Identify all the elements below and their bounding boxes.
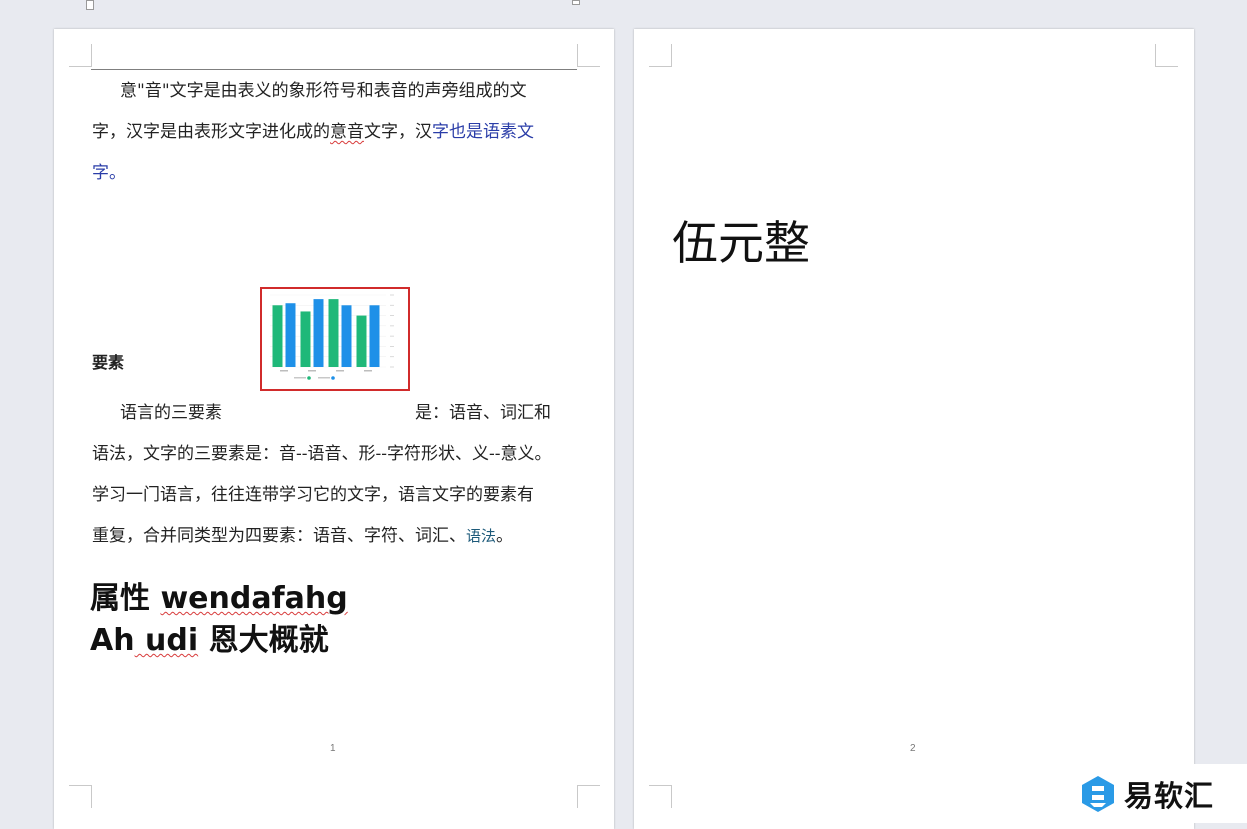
paragraph-2-line-3: 学习一门语言，往往连带学习它的文字，语言文字的要素有 xyxy=(92,485,534,505)
x-tick-label xyxy=(280,370,288,372)
document-page-2: 伍元整 2 xyxy=(634,29,1194,829)
legend-label xyxy=(318,377,330,379)
crop-mark xyxy=(69,785,92,808)
paragraph-1-line-1: 意"音"文字是由表义的象形符号和表音的声旁组成的文 xyxy=(120,81,527,101)
amount-text[interactable]: 伍元整 xyxy=(672,207,810,273)
bar-chart xyxy=(270,294,394,380)
crop-mark xyxy=(649,785,672,808)
paragraph-2[interactable]: 语言的三要素 是：语音、词汇和 语法，文字的三要素是：音--语音、形--字符形状、… xyxy=(92,393,578,557)
paragraph-2-line-1: 语言的三要素 是：语音、词汇和 xyxy=(120,403,551,423)
page-number: 1 xyxy=(330,743,336,754)
chart-bar xyxy=(272,305,283,367)
ruler-marker-right xyxy=(572,0,580,5)
crop-mark xyxy=(577,44,600,67)
legend-label xyxy=(294,377,306,379)
logo-icon xyxy=(1082,775,1114,812)
x-tick-label xyxy=(364,370,372,372)
chart-bar xyxy=(369,305,380,367)
x-tick-label xyxy=(308,370,316,372)
chart-selected[interactable] xyxy=(260,287,410,391)
chart-bar xyxy=(341,305,352,367)
document-page-1: 意"音"文字是由表义的象形符号和表音的声旁组成的文 字，汉字是由表形文字进化成的… xyxy=(54,29,614,829)
crop-mark xyxy=(649,44,672,67)
crop-mark xyxy=(1155,44,1178,67)
chart-bar xyxy=(328,299,339,367)
paragraph-2-line-4: 重复，合并同类型为四要素：语音、字符、词汇、语法。 xyxy=(92,526,514,546)
paragraph-1-line-2: 字，汉字是由表形文字进化成的意音文字，汉字也是语素文 xyxy=(92,122,534,142)
chart-bar xyxy=(300,311,311,367)
legend-marker xyxy=(307,376,311,380)
chart-bar xyxy=(313,299,324,367)
crop-mark xyxy=(577,785,600,808)
watermark-text: 易软汇 xyxy=(1124,778,1215,813)
paragraph-1-line-3: 字。 xyxy=(92,163,126,183)
paragraph-1[interactable]: 意"音"文字是由表义的象形符号和表音的声旁组成的文 字，汉字是由表形文字进化成的… xyxy=(92,71,578,194)
x-tick-label xyxy=(336,370,344,372)
page-number: 2 xyxy=(910,743,916,754)
paragraph-2-line-2: 语法，文字的三要素是：音--语音、形--字符形状、义--意义。 xyxy=(92,444,552,464)
header-line xyxy=(91,69,577,70)
crop-mark xyxy=(69,44,92,67)
large-text-line-1[interactable]: 属性 wendafahg xyxy=(90,573,348,617)
chart-bar xyxy=(285,303,296,367)
watermark-logo: 易软汇 xyxy=(1078,764,1247,823)
chart-bar xyxy=(356,315,367,367)
heading-elements[interactable]: 要素 xyxy=(92,349,124,373)
large-text-line-2[interactable]: Ah udi 恩大概就 xyxy=(90,615,329,659)
ruler-marker-left xyxy=(86,0,94,10)
legend-marker xyxy=(331,376,335,380)
